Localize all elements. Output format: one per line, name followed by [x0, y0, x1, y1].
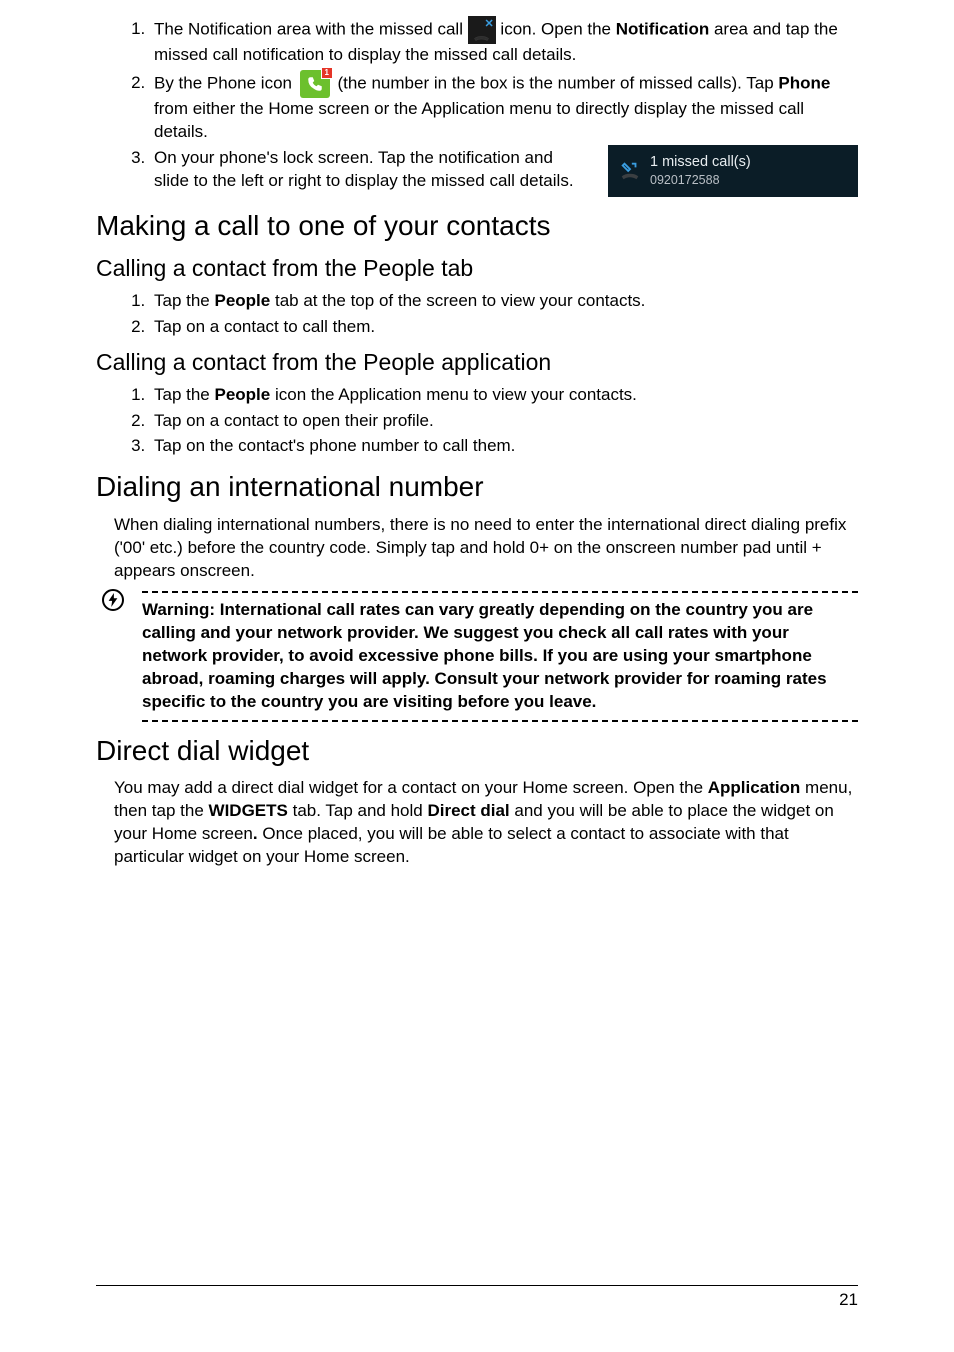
text: (the number in the box is the number of …: [333, 73, 779, 92]
list-item: The Notification area with the missed ca…: [150, 16, 858, 67]
list-item: By the Phone icon 1 (the number in the b…: [150, 70, 858, 144]
page-content: The Notification area with the missed ca…: [96, 0, 858, 869]
list-item: Tap on a contact to call them.: [150, 316, 858, 339]
text: icon the Application menu to view your c…: [270, 385, 637, 404]
warning-box: Warning: International call rates can va…: [114, 591, 858, 722]
list-item: Tap on a contact to open their profile.: [150, 410, 858, 433]
text-bold: Application: [708, 778, 801, 797]
direct-dial-body: You may add a direct dial widget for a c…: [96, 777, 858, 869]
text-bold: Phone: [778, 73, 830, 92]
text: Tap the: [154, 291, 215, 310]
heading-people-tab: Calling a contact from the People tab: [96, 253, 858, 284]
warning-text: Warning: International call rates can va…: [142, 599, 858, 714]
notification-title: 1 missed call(s): [650, 153, 751, 173]
page-footer: 21: [96, 1285, 858, 1312]
people-tab-steps: Tap the People tab at the top of the scr…: [96, 290, 858, 339]
missed-call-phone-icon: [618, 158, 642, 184]
list-item: Tap the People tab at the top of the scr…: [150, 290, 858, 313]
missed-call-icon: ✕: [468, 16, 496, 44]
text-bold: People: [215, 291, 271, 310]
people-app-steps: Tap the People icon the Application menu…: [96, 384, 858, 459]
page-number: 21: [839, 1290, 858, 1309]
heading-direct-dial: Direct dial widget: [96, 732, 858, 770]
text: The Notification area with the missed ca…: [154, 19, 468, 38]
text: By the Phone icon: [154, 73, 297, 92]
lock-screen-notification: 1 missed call(s) 0920172588: [608, 145, 858, 197]
dashed-divider: [142, 720, 858, 722]
phone-badge-icon: 1: [300, 70, 330, 98]
list-item: On your phone's lock screen. Tap the not…: [150, 147, 858, 197]
text: from either the Home screen or the Appli…: [154, 99, 804, 141]
text-bold: Notification: [616, 19, 710, 38]
text: icon. Open the: [496, 19, 616, 38]
heading-dialing-international: Dialing an international number: [96, 468, 858, 506]
missed-call-methods-list: The Notification area with the missed ca…: [96, 16, 858, 197]
dashed-divider: [142, 591, 858, 593]
text-bold: WIDGETS: [209, 801, 288, 820]
heading-people-app: Calling a contact from the People applic…: [96, 347, 858, 378]
dialing-body-text: When dialing international numbers, ther…: [96, 514, 858, 583]
text-bold: Direct dial: [427, 801, 509, 820]
text: Tap the: [154, 385, 215, 404]
text-bold: People: [215, 385, 271, 404]
text: You may add a direct dial widget for a c…: [114, 778, 708, 797]
warning-icon: [102, 589, 124, 611]
heading-making-call: Making a call to one of your contacts: [96, 207, 858, 245]
text: On your phone's lock screen. Tap the not…: [154, 147, 608, 193]
notification-number: 0920172588: [650, 172, 751, 189]
text: tab. Tap and hold: [288, 801, 428, 820]
list-item: Tap the People icon the Application menu…: [150, 384, 858, 407]
list-item: Tap on the contact's phone number to cal…: [150, 435, 858, 458]
text: tab at the top of the screen to view you…: [270, 291, 645, 310]
